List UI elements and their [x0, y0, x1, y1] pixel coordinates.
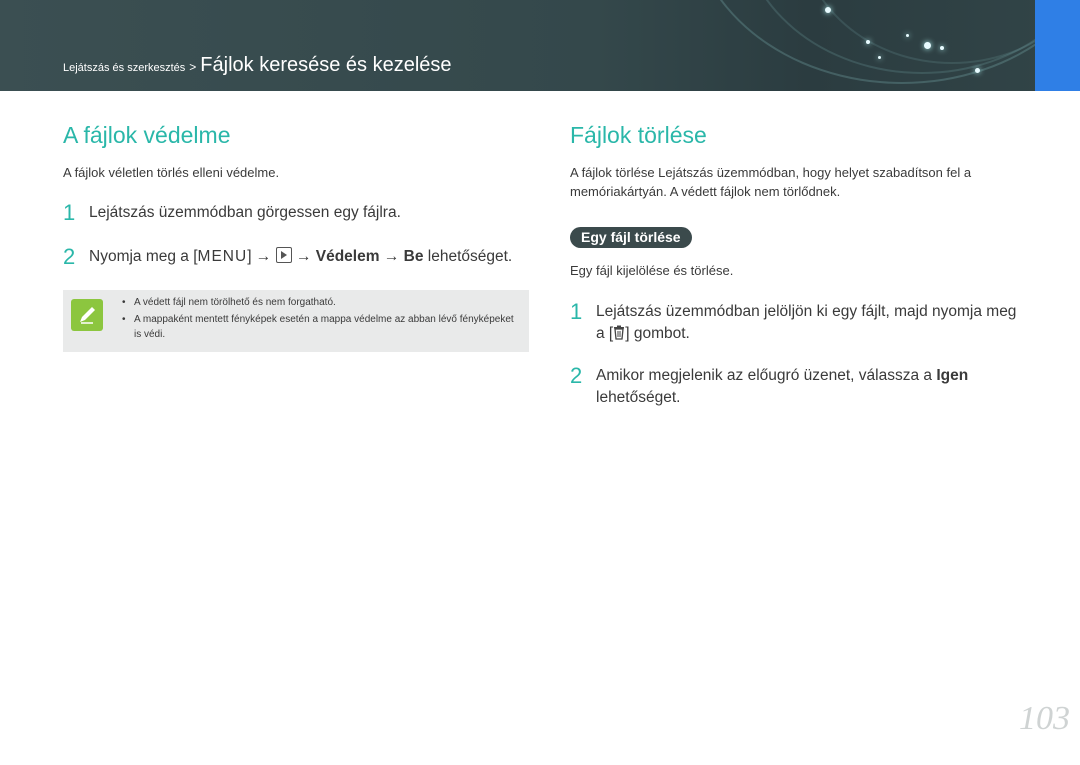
sparkle-icon [906, 34, 909, 37]
note-list: A védett fájl nem törölhető és nem forga… [121, 295, 521, 344]
step-number: 1 [570, 299, 583, 324]
subsection-description: Egy fájl kijelölése és törlése. [570, 263, 734, 278]
section-description: A fájlok véletlen törlés elleni védelme. [63, 165, 280, 180]
option-yes: Igen [936, 367, 969, 384]
option-on: Be [403, 248, 424, 265]
step-line: Lejátszás üzemmódban jelöljön ki egy fáj… [596, 303, 1017, 320]
arrow-text: → [383, 248, 400, 265]
option-protect: Védelem [315, 248, 380, 265]
sparkle-icon [878, 56, 881, 59]
breadcrumb-parent[interactable]: Lejátszás és szerkesztés [63, 62, 185, 74]
step-line-suffix: ] gombot. [625, 325, 690, 342]
description-line: memóriakártyán. A védett fájlok nem törl… [570, 184, 841, 199]
step-text: Lejátszás üzemmódban görgessen egy fájlr… [89, 204, 401, 221]
step-text-prefix: Nyomja meg a [ [89, 248, 198, 265]
sparkle-icon [866, 40, 870, 44]
section-description: A fájlok törlése Lejátszás üzemmódban, h… [570, 163, 1020, 201]
subsection-pill: Egy fájl törlése [570, 227, 692, 248]
trash-icon [613, 325, 625, 347]
page-number: 103 [1019, 700, 1070, 737]
breadcrumb: Lejátszás és szerkesztés > Fájlok keresé… [63, 54, 452, 77]
description-line: A fájlok törlése Lejátszás üzemmódban, h… [570, 165, 972, 180]
step-text: Lejátszás üzemmódban jelöljön ki egy fáj… [596, 301, 1016, 347]
step-number: 2 [570, 363, 583, 388]
step-text: Nyomja meg a [MENU] → → Védelem → Be leh… [89, 246, 512, 268]
sparkle-icon [975, 68, 980, 73]
step-line-prefix: a [ [596, 325, 614, 342]
note-box: A védett fájl nem törölhető és nem forga… [63, 290, 529, 352]
pencil-note-icon [71, 299, 103, 331]
step-item: 2 Amikor megjelenik az előugró üzenet, v… [570, 365, 1040, 409]
step-text-suffix: lehetőséget. [427, 248, 513, 265]
sparkle-icon [940, 46, 944, 50]
playback-icon [275, 247, 292, 263]
step-number: 2 [63, 244, 76, 269]
step-text: Amikor megjelenik az előugró üzenet, vál… [596, 365, 968, 409]
note-item: A védett fájl nem törölhető és nem forga… [121, 295, 521, 310]
step-item: 1 Lejátszás üzemmódban jelöljön ki egy f… [570, 301, 1040, 347]
chapter-tab[interactable] [1035, 0, 1080, 91]
menu-key: MENU [197, 248, 248, 265]
sparkle-icon [924, 42, 931, 49]
step-line: lehetőséget. [596, 389, 681, 406]
step-item: 2 Nyomja meg a [MENU] → → Védelem → Be l… [63, 246, 529, 268]
breadcrumb-current: Fájlok keresése és kezelése [200, 54, 452, 76]
step-text-mid: ] → [247, 248, 272, 265]
section-title-delete: Fájlok törlése [570, 122, 707, 148]
step-line: Amikor megjelenik az előugró üzenet, vál… [596, 367, 933, 384]
step-item: 1 Lejátszás üzemmódban görgessen egy fáj… [63, 202, 523, 224]
note-item: A mappaként mentett fényképek esetén a m… [121, 312, 521, 342]
arrow-text: → [295, 248, 312, 265]
sparkle-icon [825, 7, 831, 13]
step-number: 1 [63, 200, 76, 225]
breadcrumb-separator: > [189, 60, 197, 74]
header-banner: Lejátszás és szerkesztés > Fájlok keresé… [0, 0, 1080, 91]
section-title-protect: A fájlok védelme [63, 122, 231, 148]
